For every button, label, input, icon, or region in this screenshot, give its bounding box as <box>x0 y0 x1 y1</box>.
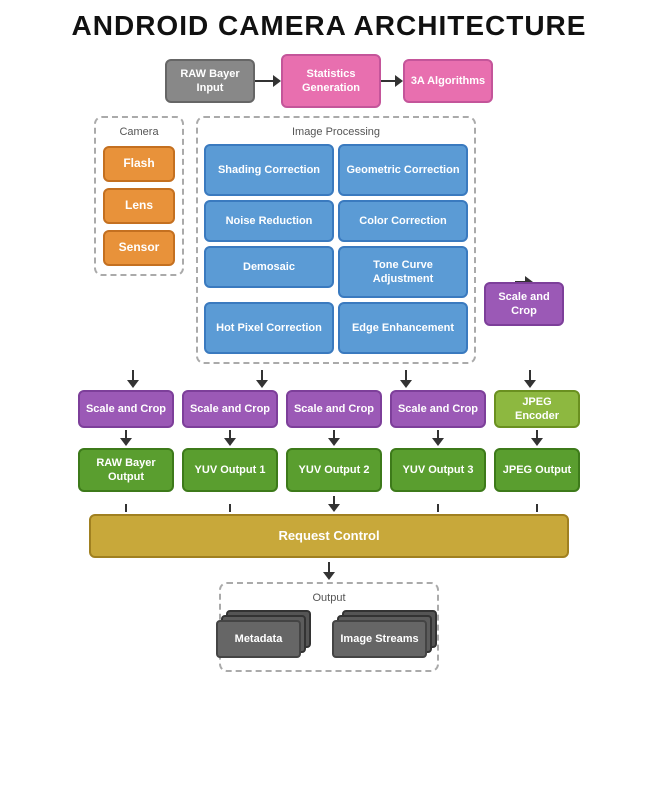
camera-section: Camera Flash Lens Sensor <box>94 116 184 276</box>
scale-and-crop-4: Scale and Crop <box>390 390 486 428</box>
scale-and-crop-2: Scale and Crop <box>182 390 278 428</box>
flash: Flash <box>103 146 175 182</box>
raw-bayer-input: RAW Bayer Input <box>165 59 255 103</box>
yuv-output-3: YUV Output 3 <box>390 448 486 492</box>
edge-enhancement: Edge Enhancement <box>338 302 468 354</box>
page-title: ANDROID CAMERA ARCHITECTURE <box>8 10 650 42</box>
sensor: Sensor <box>103 230 175 266</box>
raw-bayer-output: RAW Bayer Output <box>78 448 174 492</box>
scale-and-crop-1: Scale and Crop <box>78 390 174 428</box>
scale-and-crop-3: Scale and Crop <box>286 390 382 428</box>
scale-and-crop-right: Scale and Crop <box>484 282 564 326</box>
image-processing-section: Image Processing Shading Correction Geom… <box>196 116 476 364</box>
lens: Lens <box>103 188 175 224</box>
metadata: Metadata <box>216 620 301 658</box>
geometric-correction: Geometric Correction <box>338 144 468 196</box>
image-processing-label: Image Processing <box>292 126 380 138</box>
statistics-generation: Statistics Generation <box>281 54 381 108</box>
yuv-output-2: YUV Output 2 <box>286 448 382 492</box>
output-label: Output <box>312 592 345 604</box>
image-streams: Image Streams <box>332 620 427 658</box>
shading-correction: Shading Correction <box>204 144 334 196</box>
output-section: Output Metadata Image Streams <box>219 582 439 672</box>
request-control: Request Control <box>89 514 569 558</box>
color-correction: Color Correction <box>338 200 468 242</box>
camera-label: Camera <box>119 126 158 138</box>
demosaic: Demosaic <box>204 246 334 288</box>
tone-curve-adjustment: Tone Curve Adjustment <box>338 246 468 298</box>
hot-pixel-correction: Hot Pixel Correction <box>204 302 334 354</box>
three-a-algorithms: 3A Algorithms <box>403 59 493 103</box>
yuv-output-1: YUV Output 1 <box>182 448 278 492</box>
jpeg-encoder: JPEG Encoder <box>494 390 580 428</box>
noise-reduction: Noise Reduction <box>204 200 334 242</box>
jpeg-output: JPEG Output <box>494 448 580 492</box>
